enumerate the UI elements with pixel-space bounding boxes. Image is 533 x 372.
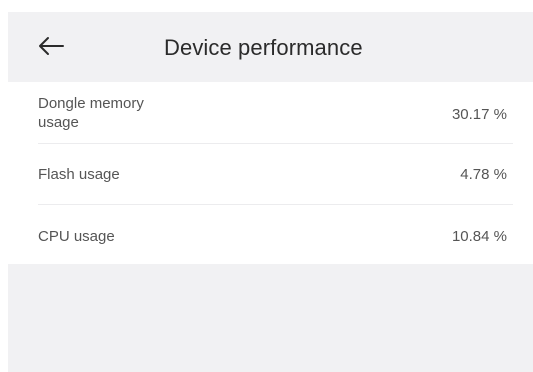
arrow-left-icon [39,37,64,55]
list-item-dongle-memory: Dongle memory usage 30.17 % [8,82,533,143]
top-strip [0,0,533,12]
metric-value: 4.78 % [460,166,507,183]
performance-list: Dongle memory usage 30.17 % Flash usage … [8,82,533,264]
page-title: Device performance [164,35,363,60]
list-item-flash-usage: Flash usage 4.78 % [8,143,533,204]
metric-label: Flash usage [38,166,120,183]
metric-value: 30.17 % [451,106,507,123]
empty-background [8,264,533,372]
list-item-cpu-usage: CPU usage 10.84 % [8,204,533,264]
header-bar: Device performance [8,12,533,82]
back-button[interactable] [30,32,70,62]
metric-value: 10.84 % [451,228,507,245]
metric-label: CPU usage [38,228,115,245]
metric-label: Dongle memory usage [38,95,144,131]
